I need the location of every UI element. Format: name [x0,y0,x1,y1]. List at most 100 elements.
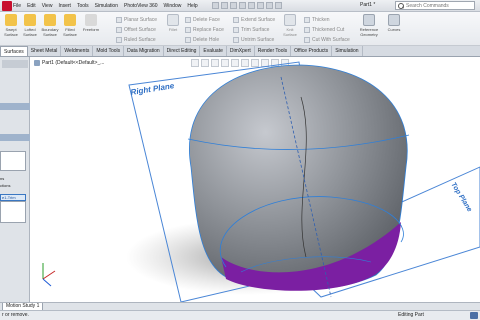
swept-surface-button[interactable]: Swept Surface [2,14,20,44]
replace-face-label: Replace Face [193,27,224,33]
trim-surface-button[interactable]: Trim Surface [233,25,275,35]
menu-tools[interactable]: Tools [74,2,92,10]
save-icon[interactable] [230,2,237,9]
boundary-surface-icon [44,14,56,26]
panel-section-header[interactable] [0,103,30,110]
trim-surface-icon [233,27,239,33]
offset-surface-icon [116,27,122,33]
untrim-surface-button[interactable]: Untrim Surface [233,35,275,45]
motion-tab-bar: Motion Study 1 [0,302,480,311]
lofted-surface-button[interactable]: Lofted Surface [21,14,39,44]
ribbon-column-thicken: Thicken Thickened Cut Cut With Surface [304,15,350,45]
knit-surface-button[interactable]: Knit Surface [281,14,299,44]
cut-with-surface-button[interactable]: Cut With Surface [304,35,350,45]
filled-surface-icon [64,14,76,26]
command-tabs: Surfaces Sheet Metal Weldments Mold Tool… [0,46,480,57]
panel-section-header-2[interactable] [0,134,30,141]
planar-surface-button[interactable]: Planar Surface [116,15,157,25]
tab-dimxpert[interactable]: DimXpert [227,46,255,56]
tab-simulation[interactable]: Simulation [332,46,363,56]
coordinate-triad [42,263,56,287]
panel-tab-strip[interactable] [2,60,28,68]
planar-surface-label: Planar Surface [124,17,158,23]
delete-face-label: Delete Face [193,17,220,23]
search-box[interactable] [395,1,475,10]
help-icon[interactable] [470,312,478,319]
new-document-icon[interactable] [212,2,219,9]
menu-photoview[interactable]: PhotoView 360 [121,2,161,10]
command-manager: Swept Surface Lofted Surface Boundary Su… [0,12,480,46]
options-icon[interactable] [275,2,282,9]
replace-face-button[interactable]: Replace Face [185,25,224,35]
freeform-label: Freeform [82,27,100,32]
tab-direct-editing[interactable]: Direct Editing [164,46,201,56]
tab-surfaces[interactable]: Surfaces [0,46,28,56]
menu-window[interactable]: Window [161,2,185,10]
graphics-area[interactable]: Part1 (Default<<Default>_... Right Plane… [31,57,480,302]
delete-hole-label: Delete Hole [193,37,220,43]
print-icon[interactable] [239,2,246,9]
ruled-surface-label: Ruled Surface [124,37,156,43]
ruled-surface-button[interactable]: Ruled Surface [116,35,157,45]
menu-help[interactable]: Help [184,2,200,10]
reference-geometry-label: Reference Geometry [359,27,379,37]
reference-geometry-button[interactable]: Reference Geometry [357,14,381,44]
untrim-surface-icon [233,37,239,43]
lofted-surface-label: Lofted Surface [23,27,37,37]
fillet-icon [167,14,179,26]
ribbon-column-extend: Extend Surface Trim Surface Untrim Surfa… [233,15,275,45]
filled-surface-button[interactable]: Filled Surface [61,14,79,44]
offset-surface-button[interactable]: Offset Surface [116,25,157,35]
curves-icon [388,14,400,26]
status-mode: Editing Part [398,312,424,318]
panel-text-1: ns [0,176,5,181]
selection-box[interactable] [0,151,26,171]
document-title: Part1 * [360,2,376,8]
lofted-surface-icon [24,14,36,26]
tab-office-products[interactable]: Office Products [291,46,333,56]
thicken-button[interactable]: Thicken [304,15,350,25]
model-canvas: Right Plane Top Plane [42,61,480,302]
delete-face-icon [185,17,191,23]
extend-surface-button[interactable]: Extend Surface [233,15,275,25]
menu-bar: File Edit View Insert Tools Simulation P… [10,2,201,10]
tab-weldments[interactable]: Weldments [61,46,94,56]
cut-with-surface-label: Cut With Surface [312,37,350,43]
tab-evaluate[interactable]: Evaluate [200,46,227,56]
selected-item[interactable]: e1-Trim [0,194,26,201]
thickened-cut-button[interactable]: Thickened Cut [304,25,350,35]
thickened-cut-icon [304,27,310,33]
tab-mold-tools[interactable]: Mold Tools [93,46,125,56]
top-plane-label: Top Plane [449,181,473,213]
cut-with-surface-icon [304,37,310,43]
delete-hole-icon [185,37,191,43]
delete-hole-button[interactable]: Delete Hole [185,35,224,45]
curves-button[interactable]: Curves [385,14,403,44]
search-input[interactable] [406,2,474,9]
menu-file[interactable]: File [10,2,24,10]
menu-simulation[interactable]: Simulation [92,2,121,10]
select-icon[interactable] [257,2,264,9]
tab-render-tools[interactable]: Render Tools [255,46,292,56]
thickened-cut-label: Thickened Cut [312,27,345,33]
undo-icon[interactable] [248,2,255,9]
delete-face-button[interactable]: Delete Face [185,15,224,25]
status-bar: r or remove. Editing Part [0,310,480,320]
freeform-icon [85,14,97,26]
filled-surface-label: Filled Surface [63,27,77,37]
tab-sheet-metal[interactable]: Sheet Metal [28,46,62,56]
menu-edit[interactable]: Edit [24,2,39,10]
rebuild-icon[interactable] [266,2,273,9]
extend-surface-label: Extend Surface [241,17,276,23]
tab-data-migration[interactable]: Data Migration [124,46,164,56]
search-icon [398,2,404,9]
open-icon[interactable] [221,2,228,9]
boundary-surface-button[interactable]: Boundary Surface [41,14,59,44]
menu-insert[interactable]: Insert [55,2,74,10]
selection-list[interactable] [0,201,26,223]
freeform-button[interactable]: Freeform [82,14,100,44]
menu-view[interactable]: View [39,2,56,10]
fillet-button[interactable]: Fillet [164,14,182,44]
swept-surface-label: Swept Surface [4,27,18,37]
offset-surface-label: Offset Surface [124,27,156,33]
